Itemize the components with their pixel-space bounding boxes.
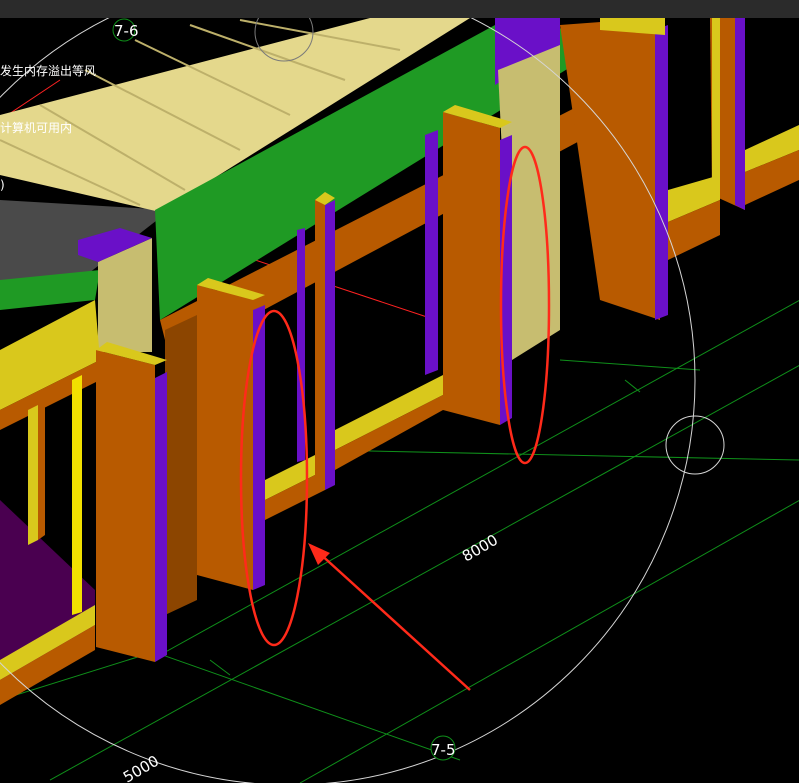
warning-line-3: ) — [0, 178, 5, 192]
red-arrow-shaft — [317, 551, 471, 691]
left-column-purple — [253, 305, 265, 590]
3d-viewport[interactable]: 7-6 7-5 8000 5000 发生内存溢出等风 计算机可用内 ) — [0, 18, 799, 783]
structure-3d-model[interactable]: 7-6 7-5 8000 5000 — [0, 18, 799, 783]
small-post-side — [38, 402, 45, 540]
front-column-purple — [155, 372, 167, 662]
axis-label-top: 7-6 — [114, 22, 139, 40]
middle-column-front — [443, 112, 500, 425]
memory-warning-text: 发生内存溢出等风 计算机可用内 ) — [0, 24, 96, 233]
far-right-column-edge — [712, 18, 720, 190]
right-column-purple — [655, 25, 668, 320]
front-column — [96, 350, 155, 662]
thin-column — [315, 195, 325, 495]
yellow-post — [72, 375, 82, 615]
axis-label-bottom: 7-5 — [431, 741, 456, 759]
snap-circle-small — [665, 415, 725, 475]
thin-jamb-purple — [297, 228, 305, 462]
left-column-side — [165, 315, 197, 615]
dimension-label-8000: 8000 — [459, 531, 501, 566]
window-jamb-purple — [425, 130, 438, 375]
thin-column-purple — [325, 200, 335, 490]
red-arrow-head — [308, 543, 330, 565]
warning-line-1: 发生内存溢出等风 — [0, 64, 97, 78]
far-right-column-purple — [735, 18, 745, 210]
right-column-front — [560, 18, 660, 320]
small-post — [28, 405, 38, 545]
app-title-bar — [0, 0, 799, 18]
warning-line-2: 计算机可用内 — [0, 121, 73, 135]
